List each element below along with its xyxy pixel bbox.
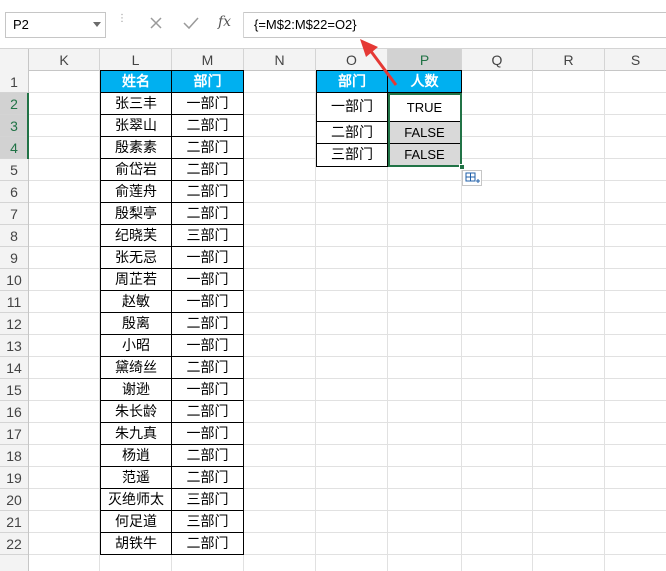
row-header-12[interactable]: 12	[0, 313, 28, 335]
table-cell-dept[interactable]: 二部门	[172, 445, 244, 467]
table-header-dept[interactable]: 部门	[172, 70, 244, 93]
table-cell-name[interactable]: 俞莲舟	[100, 181, 172, 203]
table-cell-dept[interactable]: 二部门	[316, 122, 388, 144]
table-cell-name[interactable]: 张三丰	[100, 93, 172, 115]
row-header-20[interactable]: 20	[0, 489, 28, 511]
row-header-18[interactable]: 18	[0, 445, 28, 467]
column-header-n[interactable]: N	[244, 49, 316, 71]
table-cell-name[interactable]: 小昭	[100, 335, 172, 357]
table-cell-name[interactable]: 谢逊	[100, 379, 172, 401]
table-cell-dept[interactable]: 一部门	[316, 93, 388, 122]
table-cell-dept[interactable]: 三部门	[316, 144, 388, 167]
table-cell-dept[interactable]: 二部门	[172, 115, 244, 137]
row-header-14[interactable]: 14	[0, 357, 28, 379]
table-cell-result[interactable]: FALSE	[388, 122, 462, 144]
row-header-7[interactable]: 7	[0, 203, 28, 225]
select-all-corner[interactable]	[0, 49, 29, 71]
table-cell-dept[interactable]: 一部门	[172, 247, 244, 269]
grid-line	[532, 71, 533, 571]
row-header-5[interactable]: 5	[0, 159, 28, 181]
row-header-10[interactable]: 10	[0, 269, 28, 291]
row-header-9[interactable]: 9	[0, 247, 28, 269]
row-header-4[interactable]: 4	[0, 137, 28, 159]
table-cell-dept[interactable]: 三部门	[172, 225, 244, 247]
formula-bar: P2 ⋮ fx {=M$2:M$22=O2}	[0, 0, 666, 48]
table-cell-name[interactable]: 范遥	[100, 467, 172, 489]
column-header-k[interactable]: K	[29, 49, 100, 71]
row-header-16[interactable]: 16	[0, 401, 28, 423]
table-cell-name[interactable]: 周芷若	[100, 269, 172, 291]
table-cell-name[interactable]: 殷梨亭	[100, 203, 172, 225]
table-cell-name[interactable]: 殷素素	[100, 137, 172, 159]
name-box-value: P2	[13, 17, 29, 32]
quick-analysis-icon	[465, 172, 480, 183]
column-header-s[interactable]: S	[605, 49, 666, 71]
table-cell-name[interactable]: 殷离	[100, 313, 172, 335]
cancel-icon[interactable]	[146, 13, 166, 33]
table-cell-result[interactable]: TRUE	[388, 93, 462, 122]
row-header-15[interactable]: 15	[0, 379, 28, 401]
column-header-row: K L M N O P Q R S	[0, 48, 666, 72]
name-box-dropdown-icon[interactable]	[93, 22, 101, 27]
table-cell-dept[interactable]: 一部门	[172, 291, 244, 313]
row-header-11[interactable]: 11	[0, 291, 28, 313]
table-cell-name[interactable]: 杨逍	[100, 445, 172, 467]
table-cell-result[interactable]: FALSE	[388, 144, 462, 167]
column-header-q[interactable]: Q	[462, 49, 533, 71]
table-cell-name[interactable]: 胡铁牛	[100, 533, 172, 555]
table-header-name[interactable]: 姓名	[100, 70, 172, 93]
row-header-6[interactable]: 6	[0, 181, 28, 203]
row-header-19[interactable]: 19	[0, 467, 28, 489]
formula-text: {=M$2:M$22=O2}	[254, 17, 357, 32]
table-cell-name[interactable]: 赵敏	[100, 291, 172, 313]
row-header-2[interactable]: 2	[0, 93, 28, 115]
row-header-17[interactable]: 17	[0, 423, 28, 445]
formula-input[interactable]: {=M$2:M$22=O2}	[244, 12, 666, 38]
table-cell-dept[interactable]: 二部门	[172, 181, 244, 203]
table-cell-name[interactable]: 纪晓芙	[100, 225, 172, 247]
column-header-l[interactable]: L	[100, 49, 172, 71]
name-box[interactable]: P2	[5, 12, 106, 38]
row-header-3[interactable]: 3	[0, 115, 28, 137]
row-header-22[interactable]: 22	[0, 533, 28, 555]
table-cell-name[interactable]: 朱九真	[100, 423, 172, 445]
table-cell-dept[interactable]: 二部门	[172, 467, 244, 489]
table-cell-dept[interactable]: 一部门	[172, 269, 244, 291]
table-cell-dept[interactable]: 一部门	[172, 379, 244, 401]
row-header-13[interactable]: 13	[0, 335, 28, 357]
table-cell-name[interactable]: 俞岱岩	[100, 159, 172, 181]
table-cell-name[interactable]: 朱长龄	[100, 401, 172, 423]
row-header-8[interactable]: 8	[0, 225, 28, 247]
row-header-column: 1 2 3 4 5 6 7 8 9 10 11 12 13 14 15 16 1…	[0, 71, 29, 571]
table-cell-dept[interactable]: 一部门	[172, 93, 244, 115]
table-cell-dept[interactable]: 二部门	[172, 401, 244, 423]
table-cell-dept[interactable]: 二部门	[172, 533, 244, 555]
row-header-1[interactable]: 1	[0, 71, 28, 93]
table-cell-dept[interactable]: 二部门	[172, 357, 244, 379]
table-cell-dept[interactable]: 二部门	[172, 137, 244, 159]
table-cell-dept[interactable]: 一部门	[172, 335, 244, 357]
red-arrow-icon	[360, 39, 398, 86]
column-header-m[interactable]: M	[172, 49, 244, 71]
table-cell-name[interactable]: 张翠山	[100, 115, 172, 137]
enter-icon[interactable]	[180, 13, 202, 33]
table-cell-dept[interactable]: 二部门	[172, 159, 244, 181]
table-cell-dept[interactable]: 一部门	[172, 423, 244, 445]
table-cell-dept[interactable]: 二部门	[172, 313, 244, 335]
table-cell-dept[interactable]: 三部门	[172, 511, 244, 533]
table-cell-dept[interactable]: 二部门	[172, 203, 244, 225]
quick-analysis-button[interactable]	[462, 170, 482, 186]
table-cell-dept[interactable]: 三部门	[172, 489, 244, 511]
grid-line	[604, 71, 605, 571]
table-cell-name[interactable]: 张无忌	[100, 247, 172, 269]
formula-bar-grip-icon: ⋮	[117, 13, 127, 24]
table-cell-name[interactable]: 灭绝师太	[100, 489, 172, 511]
column-header-r[interactable]: R	[533, 49, 605, 71]
table-cell-name[interactable]: 何足道	[100, 511, 172, 533]
table-cell-name[interactable]: 黛绮丝	[100, 357, 172, 379]
insert-function-icon[interactable]: fx	[218, 14, 231, 30]
row-header-21[interactable]: 21	[0, 511, 28, 533]
